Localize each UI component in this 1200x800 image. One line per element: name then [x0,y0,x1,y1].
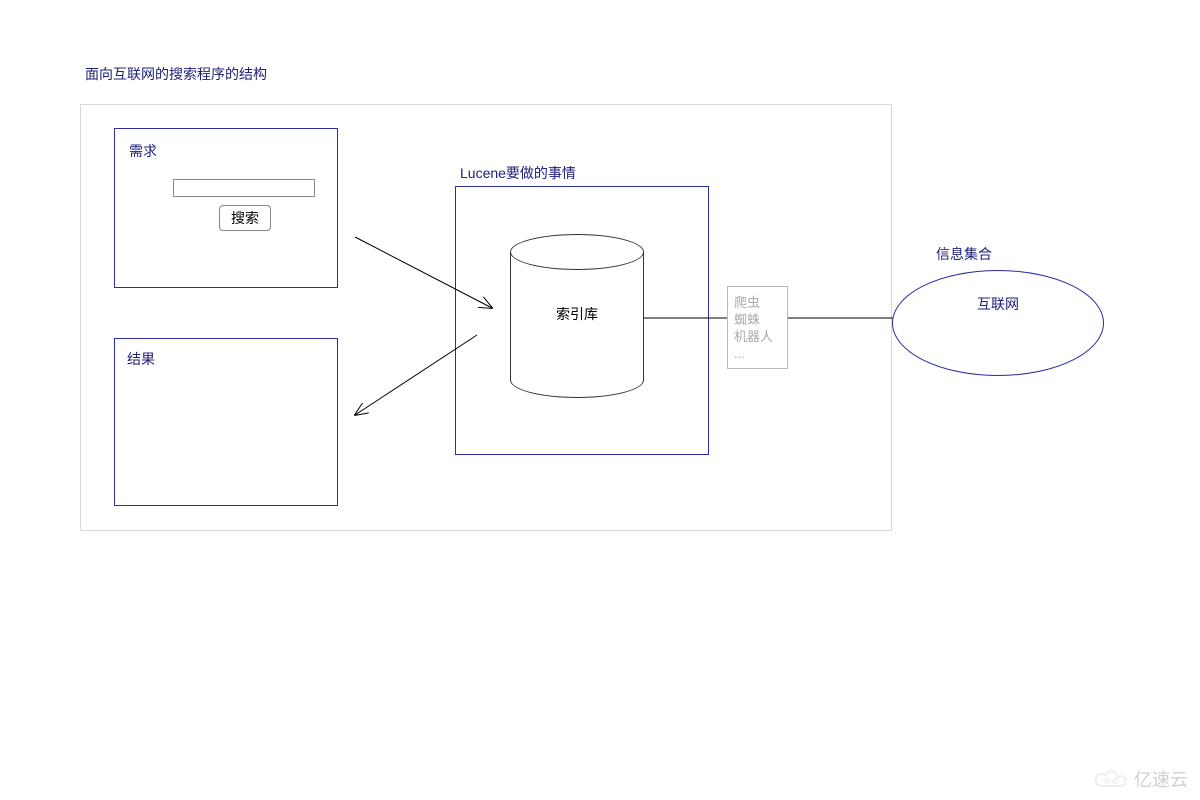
result-box: 结果 [114,338,338,506]
watermark: 亿速云 [1094,766,1188,792]
crawler-box: 爬虫 蜘蛛 机器人 ... [727,286,788,369]
crawler-line3: 机器人 [734,329,781,346]
info-collection-label: 信息集合 [936,244,992,264]
search-input[interactable] [173,179,315,197]
crawler-line4: ... [734,346,781,363]
index-store-cylinder: 索引库 [510,234,644,398]
diagram-title: 面向互联网的搜索程序的结构 [85,64,267,84]
watermark-text: 亿速云 [1134,766,1188,792]
cloud-icon [1094,768,1128,790]
crawler-line2: 蜘蛛 [734,312,781,329]
demand-box: 需求 搜索 [114,128,338,288]
index-store-label: 索引库 [510,304,644,324]
demand-label: 需求 [129,141,323,161]
result-label: 结果 [127,349,325,369]
crawler-line1: 爬虫 [734,295,781,312]
search-button[interactable]: 搜索 [219,205,271,231]
internet-label: 互联网 [892,270,1104,376]
lucene-label: Lucene要做的事情 [460,163,576,183]
